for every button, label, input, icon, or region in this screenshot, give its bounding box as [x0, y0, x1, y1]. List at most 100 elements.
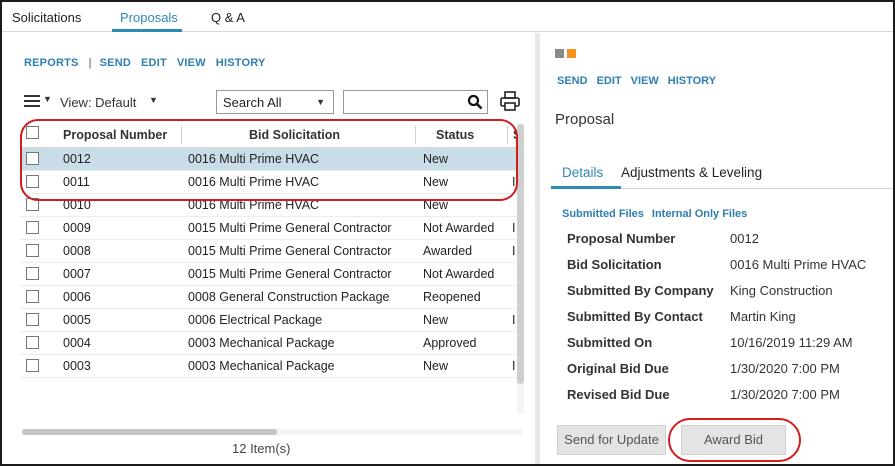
table-row[interactable]: 0009 0015 Multi Prime General Contractor… [20, 217, 518, 240]
collapse-pane-icon[interactable] [555, 49, 564, 58]
table-row[interactable]: 0007 0015 Multi Prime General Contractor… [20, 263, 518, 286]
submitted-files-link[interactable]: Submitted Files [562, 208, 644, 220]
award-bid-highlight-annotation [668, 418, 801, 462]
detail-tab-bar: Details Adjustments & Leveling [551, 157, 893, 189]
detail-value: 0012 [730, 231, 759, 246]
bid-solicitation-cell: 0015 Multi Prime General Contractor [188, 244, 392, 258]
detail-label: Revised Bid Due [567, 387, 670, 402]
bid-solicitation-cell: 0006 Electrical Package [188, 313, 323, 327]
reports-link[interactable]: REPORTS [24, 57, 79, 69]
status-cell: Reopened [423, 290, 481, 304]
bid-solicitation-cell: 0015 Multi Prime General Contractor [188, 221, 392, 235]
list-action-bar: REPORTS | SEND EDIT VIEW HISTORY [24, 57, 275, 69]
proposals-list-pane: REPORTS | SEND EDIT VIEW HISTORY ▼ View: Defa… [2, 33, 532, 464]
proposal-number-cell: 0004 [63, 336, 91, 350]
tab-adjustments-leveling[interactable]: Adjustments & Leveling [621, 165, 762, 180]
view-caret-icon[interactable]: ▼ [149, 95, 158, 105]
detail-history-link[interactable]: HISTORY [668, 75, 716, 87]
tab-proposals[interactable]: Proposals [120, 10, 178, 25]
bid-solicitation-cell: 0008 General Construction Package [188, 290, 390, 304]
extra-cell: I [512, 359, 516, 373]
chevron-down-icon: ▼ [316, 97, 325, 107]
internal-only-files-link[interactable]: Internal Only Files [652, 208, 747, 220]
detail-value: 1/30/2020 7:00 PM [730, 361, 840, 376]
item-count: 12 Item(s) [232, 441, 291, 456]
tab-details[interactable]: Details [562, 165, 603, 180]
extra-cell: I [512, 313, 516, 327]
row-checkbox[interactable] [26, 221, 39, 234]
detail-label: Proposal Number [567, 231, 676, 246]
rows-highlight-annotation [20, 119, 518, 201]
row-checkbox[interactable] [26, 336, 39, 349]
proposal-number-cell: 0009 [63, 221, 91, 235]
print-icon[interactable] [499, 90, 521, 112]
detail-view-link[interactable]: VIEW [631, 75, 659, 87]
view-selector[interactable]: View: Default [60, 95, 136, 110]
table-row[interactable]: 0004 0003 Mechanical Package Approved [20, 332, 518, 355]
status-cell: Approved [423, 336, 477, 350]
edit-link[interactable]: EDIT [141, 57, 167, 69]
status-cell: New [423, 359, 449, 373]
table-row[interactable]: 0008 0015 Multi Prime General Contractor… [20, 240, 518, 263]
list-toolbar: ▼ View: Default ▼ Search All ▼ [2, 88, 532, 118]
bid-solicitation-cell: 0003 Mechanical Package [188, 336, 335, 350]
extra-cell: I [512, 221, 516, 235]
tab-q-and-a[interactable]: Q & A [211, 10, 245, 25]
bid-solicitation-cell: 0003 Mechanical Package [188, 359, 335, 373]
detail-label: Original Bid Due [567, 361, 669, 376]
send-link[interactable]: SEND [100, 57, 131, 69]
hamburger-menu-icon[interactable] [24, 95, 40, 107]
search-input[interactable] [343, 90, 488, 114]
detail-label: Bid Solicitation [567, 257, 662, 272]
active-tab-underline [112, 29, 182, 32]
history-link[interactable]: HISTORY [216, 57, 266, 69]
status-cell: Not Awarded [423, 267, 495, 281]
menu-caret-icon[interactable]: ▼ [43, 94, 52, 104]
table-row[interactable]: 0006 0008 General Construction Package R… [20, 286, 518, 309]
search-scope-value: Search All [223, 95, 282, 110]
action-separator: | [88, 57, 92, 69]
detail-action-bar: SEND EDIT VIEW HISTORY [557, 75, 725, 87]
horizontal-scrollbar[interactable] [22, 429, 522, 435]
proposal-detail-pane: SEND EDIT VIEW HISTORY Proposal Details Adj… [541, 33, 893, 464]
detail-edit-link[interactable]: EDIT [597, 75, 622, 87]
proposal-number-cell: 0008 [63, 244, 91, 258]
detail-value: King Construction [730, 283, 833, 298]
top-tab-bar: Solicitations Proposals Q & A [2, 2, 893, 32]
active-detail-tab-underline [551, 186, 621, 189]
detail-title: Proposal [555, 111, 615, 128]
detail-value: 1/30/2020 7:00 PM [730, 387, 840, 402]
bid-solicitation-cell: 0015 Multi Prime General Contractor [188, 267, 392, 281]
table-row[interactable]: 0003 0003 Mechanical Package New I [20, 355, 518, 378]
table-row[interactable]: 0005 0006 Electrical Package New I [20, 309, 518, 332]
row-checkbox[interactable] [26, 267, 39, 280]
horizontal-scroll-thumb[interactable] [22, 429, 277, 435]
detail-label: Submitted On [567, 335, 653, 350]
search-icon[interactable] [467, 94, 483, 110]
status-cell: Awarded [423, 244, 473, 258]
status-cell: New [423, 313, 449, 327]
detail-send-link[interactable]: SEND [557, 75, 588, 87]
send-for-update-button[interactable]: Send for Update [557, 425, 666, 455]
row-checkbox[interactable] [26, 313, 39, 326]
row-checkbox[interactable] [26, 290, 39, 303]
expand-pane-icon[interactable] [567, 49, 576, 58]
row-checkbox[interactable] [26, 359, 39, 372]
proposal-number-cell: 0003 [63, 359, 91, 373]
proposal-number-cell: 0007 [63, 267, 91, 281]
vertical-scroll-thumb[interactable] [517, 124, 524, 384]
detail-label: Submitted By Contact [567, 309, 703, 324]
vertical-scrollbar[interactable] [517, 124, 524, 414]
search-scope-select[interactable]: Search All ▼ [216, 90, 334, 114]
extra-cell: I [512, 244, 516, 258]
view-link[interactable]: VIEW [177, 57, 206, 69]
tab-solicitations[interactable]: Solicitations [12, 10, 81, 25]
files-links: Submitted Files Internal Only Files [562, 208, 755, 220]
status-cell: Not Awarded [423, 221, 495, 235]
detail-value: 10/16/2019 11:29 AM [730, 335, 853, 350]
proposal-number-cell: 0006 [63, 290, 91, 304]
pane-splitter[interactable] [535, 33, 540, 464]
detail-value: Martin King [730, 309, 796, 324]
row-checkbox[interactable] [26, 244, 39, 257]
proposal-number-cell: 0005 [63, 313, 91, 327]
